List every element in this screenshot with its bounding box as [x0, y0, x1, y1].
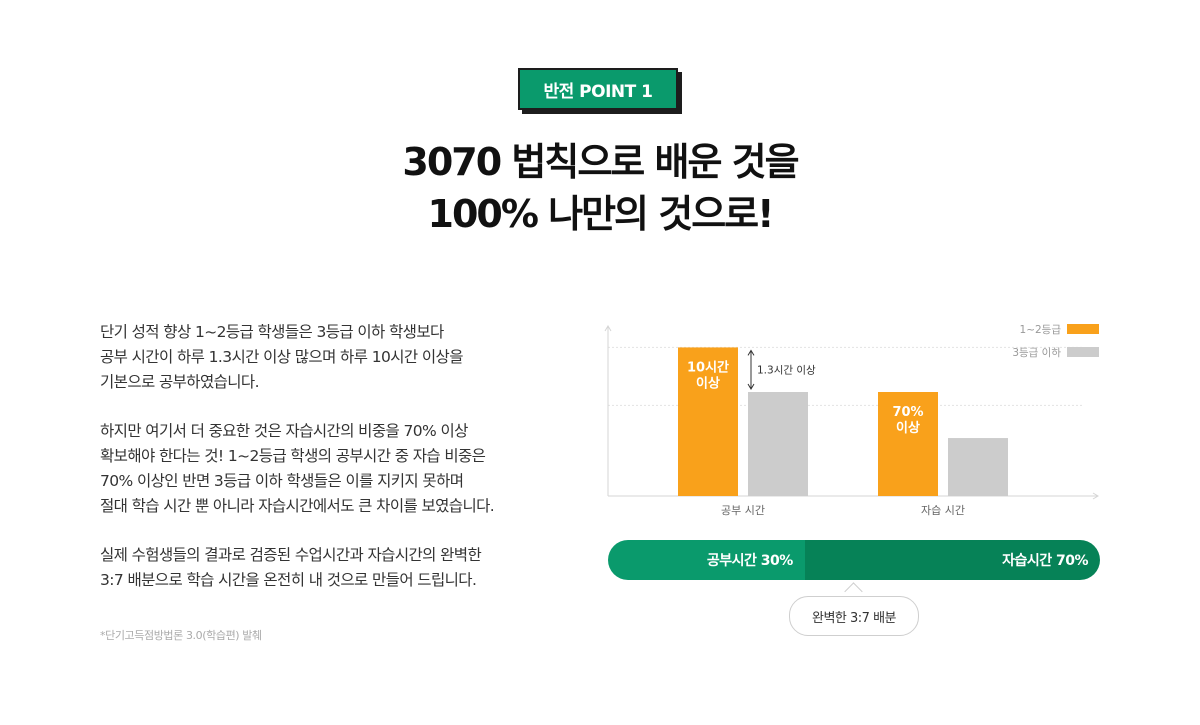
difference-annotation: 1.3시간 이상 [757, 365, 816, 377]
p2-line: 절대 학습 시간 뿐 아니라 자습시간에서도 큰 차이를 보였습니다. [100, 497, 495, 515]
legend-label: 1~2등급 [1020, 324, 1062, 336]
p1-line: 공부 시간이 하루 1.3시간 이상 많으며 하루 10시간 이상을 [100, 348, 463, 366]
p1-line: 기본으로 공부하였습니다. [100, 373, 260, 391]
ratio-self-segment: 자습시간 70% [804, 540, 1100, 580]
study-time-chart: 10시간이상공부 시간70%이상자습 시간1.3시간 이상1~2등급3등급 이하 [604, 324, 1099, 517]
bar-label: 70% [892, 405, 923, 420]
title-line-2: 100% 나만의 것으로! [427, 192, 775, 236]
p2-line: 70% 이상인 반면 3등급 이하 학생들은 이를 지키지 못하며 [100, 472, 464, 490]
title-line-1: 3070 법칙으로 배운 것을 [402, 140, 799, 184]
bar-label: 10시간 [687, 359, 729, 375]
legend-label: 3등급 이하 [1012, 346, 1061, 359]
page-title: 3070 법칙으로 배운 것을 100% 나만의 것으로! [0, 136, 1200, 240]
bar [948, 438, 1008, 496]
ratio-bar: 공부시간 30% 자습시간 70% [608, 540, 1100, 580]
bar-label: 이상 [696, 375, 720, 391]
legend-swatch [1067, 347, 1099, 357]
legend-swatch [1067, 324, 1099, 334]
bar [748, 392, 808, 496]
x-tick-label: 자습 시간 [921, 504, 965, 517]
bar-label: 이상 [896, 420, 920, 436]
point-badge: 반전 POINT 1 [518, 68, 682, 114]
ratio-callout: 완벽한 3:7 배분 [789, 596, 919, 636]
paragraph-2: 하지만 여기서 더 중요한 것은 자습시간의 비중을 70% 이상 확보해야 한… [100, 419, 570, 519]
description: 단기 성적 향상 1~2등급 학생들은 3등급 이하 학생보다 공부 시간이 하… [100, 320, 570, 617]
paragraph-1: 단기 성적 향상 1~2등급 학생들은 3등급 이하 학생보다 공부 시간이 하… [100, 320, 570, 395]
x-tick-label: 공부 시간 [721, 504, 765, 517]
p3-line: 3:7 배분으로 학습 시간을 온전히 내 것으로 만들어 드립니다. [100, 571, 477, 589]
badge-label: 반전 POINT 1 [518, 68, 678, 110]
p1-line: 단기 성적 향상 1~2등급 학생들은 3등급 이하 학생보다 [100, 323, 444, 341]
ratio-study-segment: 공부시간 30% [608, 540, 805, 580]
p3-line: 실제 수험생들의 결과로 검증된 수업시간과 자습시간의 완벽한 [100, 546, 482, 564]
p2-line: 확보해야 한다는 것! 1~2등급 학생의 공부시간 중 자습 비중은 [100, 447, 486, 465]
p2-line: 하지만 여기서 더 중요한 것은 자습시간의 비중을 70% 이상 [100, 422, 468, 440]
paragraph-3: 실제 수험생들의 결과로 검증된 수업시간과 자습시간의 완벽한 3:7 배분으… [100, 543, 570, 593]
footnote: *단기고득점방법론 3.0(학습편) 발췌 [100, 629, 262, 642]
